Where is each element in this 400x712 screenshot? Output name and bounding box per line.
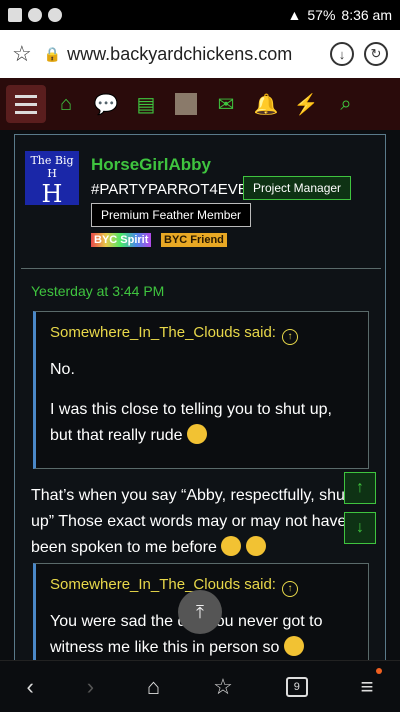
thread-content: The Big H H HorseGirlAbby #PARTYPARROT4E… [0,130,400,660]
document-icon[interactable]: ▤ [126,84,166,124]
star-icon[interactable]: ☆ [12,41,32,67]
battery-level: 57% [307,7,336,23]
quote-line: No. [50,361,75,378]
download-icon[interactable]: ↓ [330,42,354,66]
site-navbar: ⌂ 💬 ▤ ✉ 🔔 ⚡ ⌕ [0,78,400,130]
dizzy-emoji-icon [245,536,266,556]
lock-icon: 🔒 [43,45,62,62]
quote-line: I was this close to telling you to shut … [36,397,368,449]
spotify-icon [48,8,62,22]
tabs-button[interactable]: 9 [285,676,308,697]
quote-block: Somewhere_In_The_Clouds said: ↑ No. I was… [33,311,369,469]
bookmarks-icon[interactable]: ☆ [213,674,233,700]
home-icon[interactable]: ⌂ [46,84,86,124]
avatar-text: The Big H [30,154,74,180]
quote-author: Somewhere_In_The_Clouds said: [50,576,276,593]
quote-author: Somewhere_In_The_Clouds said: [50,324,276,341]
jump-up-icon[interactable]: ↑ [281,581,298,597]
scroll-up-button[interactable]: ↑ [344,472,376,504]
chat-icon[interactable]: 💬 [86,84,126,124]
menu-icon[interactable]: ≡ [361,674,374,700]
url-field[interactable]: www.backyardchickens.com [67,44,320,65]
scroll-top-button[interactable]: ⤒ [178,590,222,634]
crying-emoji-icon [186,424,207,444]
search-icon[interactable]: ⌕ [326,84,366,124]
jump-up-icon[interactable]: ↑ [281,329,298,345]
friend-badge: BYC Friend [161,233,227,247]
menu-icon[interactable] [6,85,46,123]
avatar-logo-icon: H [41,180,63,208]
grinning-emoji-icon [283,636,304,656]
reload-icon[interactable]: ↻ [364,42,388,66]
gallery-icon [8,8,22,22]
forum-post: The Big H H HorseGirlAbby #PARTYPARROT4E… [14,134,386,660]
mail-icon[interactable]: ✉ [206,84,246,124]
poster-avatar[interactable]: The Big H H [25,151,79,208]
role-badge: Project Manager [243,176,352,200]
browser-bottom-bar: ‹ › ⌂ ☆ 9 ≡ [0,660,400,712]
post-timestamp[interactable]: Yesterday at 3:44 PM [31,283,164,299]
status-bar: ▲ 57% 8:36 am [0,0,400,30]
post-body: That’s when you say “Abby, respectfully,… [31,483,361,561]
lightning-icon[interactable]: ⚡ [286,84,326,124]
poster-username[interactable]: HorseGirlAbby [91,155,211,175]
user-title: #PARTYPARROT4EVER [91,181,259,198]
spirit-badge: BYC Spirit [91,233,152,247]
post-body-text: That’s when you say “Abby, respectfully,… [31,487,350,556]
member-badge: Premium Feather Member [91,203,252,227]
home-icon[interactable]: ⌂ [147,674,160,700]
divider [21,268,381,269]
signal-icon: ▲ [287,7,302,23]
browser-url-bar: ☆ 🔒 www.backyardchickens.com ↓ ↻ [0,30,400,78]
spotify-icon [28,8,42,22]
clock: 8:36 am [341,7,392,23]
relieved-emoji-icon [221,536,242,556]
back-icon[interactable]: ‹ [26,674,33,700]
quote-header[interactable]: Somewhere_In_The_Clouds said: ↑ [36,312,368,357]
notification-dot [376,668,382,674]
scroll-down-button[interactable]: ↓ [344,512,376,544]
bell-icon[interactable]: 🔔 [246,84,286,124]
user-avatar[interactable] [166,84,206,124]
forward-icon[interactable]: › [87,674,94,700]
